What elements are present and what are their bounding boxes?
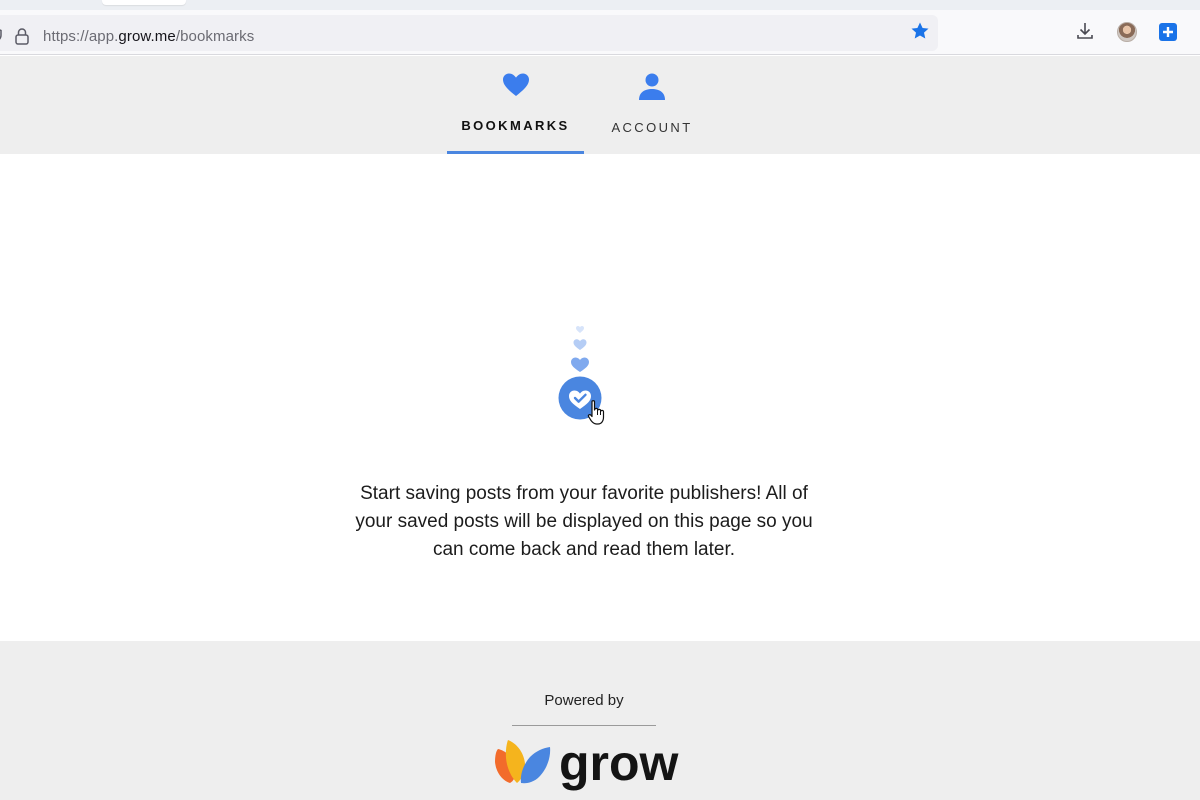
url-path: /bookmarks <box>175 28 255 45</box>
hearts-with-cursor-icon <box>558 326 605 425</box>
lock-icon[interactable] <box>14 27 30 45</box>
url-text[interactable]: https://app.grow.me/bookmarks <box>43 28 254 45</box>
user-icon <box>639 73 665 100</box>
tab-bookmarks-label: BOOKMARKS <box>461 118 570 133</box>
grow-wordmark[interactable]: grow <box>559 733 678 793</box>
url-prefix: https://app. <box>43 28 119 45</box>
tab-account-label: ACCOUNT <box>611 120 693 135</box>
avatar[interactable] <box>1117 22 1137 42</box>
empty-state-message: Start saving posts from your favorite pu… <box>355 483 813 560</box>
shield-icon[interactable] <box>0 27 2 43</box>
footer-divider <box>512 725 656 726</box>
browser-tab-strip <box>0 0 1200 10</box>
powered-by-label: Powered by <box>544 692 624 709</box>
tab-account[interactable]: ACCOUNT <box>597 56 707 154</box>
heart-icon <box>502 73 529 96</box>
download-icon[interactable] <box>1075 21 1095 41</box>
extension-icon[interactable] <box>1158 22 1178 42</box>
grow-logo-icon[interactable] <box>494 737 552 785</box>
active-tab-indicator <box>447 151 584 154</box>
browser-toolbar: https://app.grow.me/bookmarks <box>0 10 1200 55</box>
star-icon[interactable] <box>910 21 930 41</box>
app-header: BOOKMARKS ACCOUNT <box>0 56 1200 154</box>
footer: Powered by grow <box>0 641 1200 800</box>
browser-tab[interactable] <box>102 0 186 5</box>
address-bar[interactable]: https://app.grow.me/bookmarks <box>0 15 938 51</box>
url-domain: grow.me <box>118 28 176 45</box>
tab-bookmarks[interactable]: BOOKMARKS <box>447 56 584 154</box>
